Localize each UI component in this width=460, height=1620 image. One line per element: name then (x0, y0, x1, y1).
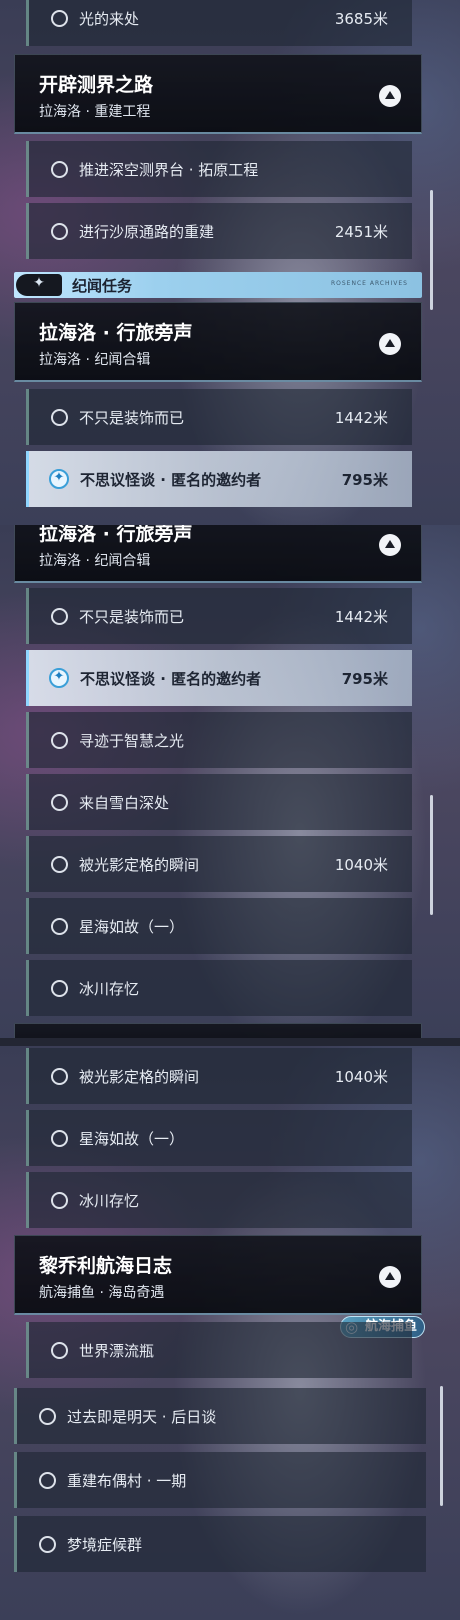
quest-status-circle-icon (39, 1471, 56, 1489)
quest-status-circle-icon (51, 1129, 68, 1147)
quest-group-header[interactable]: 拉海洛 · 行旅旁声 拉海洛 · 纪闻合辑 (14, 525, 422, 583)
quest-group-subtitle: 拉海洛 · 纪闻合辑 (39, 553, 151, 569)
quest-group-subtitle: 航海捕鱼 · 海岛奇遇 (39, 1285, 165, 1301)
quest-distance: 795米 (341, 470, 388, 489)
quest-group-header[interactable]: 开辟测界之路 拉海洛 · 重建工程 (14, 54, 422, 134)
quest-label: 进行沙原通路的重建 (79, 222, 215, 241)
quest-group-title: 开辟测界之路 (39, 74, 154, 96)
quest-label: 推进深空测界台 · 拓原工程 (79, 160, 259, 179)
quest-item[interactable]: 不只是装饰而已 1442米 (26, 588, 412, 644)
quest-panel-3: 被光影定格的瞬间 1040米 星海如故（一） 冰川存忆 黎乔利航海日志 航海捕鱼… (0, 1046, 460, 1620)
quest-group-subtitle: 拉海洛 · 纪闻合辑 (39, 352, 151, 368)
quest-label: 光的来处 (79, 9, 140, 28)
quest-item-selected[interactable]: 不思议怪谈 · 匿名的邀约者 795米 (26, 451, 412, 507)
quest-label: 世界漂流瓶 (79, 1341, 155, 1360)
quest-label: 不思议怪谈 · 匿名的邀约者 (80, 470, 262, 489)
quest-group-title: 拉海洛 · 行旅旁声 (39, 322, 193, 344)
quest-item[interactable]: 被光影定格的瞬间 1040米 (26, 836, 412, 892)
quest-label: 星海如故（一） (79, 1129, 185, 1148)
quest-status-circle-icon (51, 222, 68, 240)
quest-item[interactable]: 过去即是明天 · 后日谈 (14, 1388, 426, 1444)
collapse-arrow-icon[interactable] (379, 333, 401, 355)
quest-group-header[interactable]: 拉海洛 · 行旅旁声 拉海洛 · 纪闻合辑 (14, 302, 422, 382)
quest-label: 寻迹于智慧之光 (79, 731, 185, 750)
quest-label: 来自雪白深处 (79, 793, 170, 812)
scrollbar-thumb[interactable] (430, 190, 433, 310)
tracking-star-icon (49, 469, 69, 489)
quest-status-circle-icon (51, 1341, 68, 1359)
quest-status-circle-icon (51, 160, 68, 178)
quest-status-circle-icon (51, 731, 68, 749)
collapse-arrow-icon[interactable] (379, 1266, 401, 1288)
quest-item[interactable]: 推进深空测界台 · 拓原工程 (26, 141, 412, 197)
quest-distance: 795米 (341, 669, 388, 688)
quest-label: 被光影定格的瞬间 (79, 855, 200, 874)
quest-group-subtitle: 拉海洛 · 重建工程 (39, 104, 151, 120)
quest-label: 过去即是明天 · 后日谈 (67, 1407, 217, 1426)
quest-label: 重建布偶村 · 一期 (67, 1471, 187, 1490)
quest-distance: 3685米 (334, 9, 388, 28)
quest-label: 不只是装饰而已 (79, 607, 185, 626)
quest-group-header[interactable]: 黎乔利航海日志 航海捕鱼 · 海岛奇遇 (14, 1235, 422, 1315)
quest-item[interactable]: 来自雪白深处 (26, 774, 412, 830)
quest-label: 星海如故（一） (79, 917, 185, 936)
quest-distance: 2451米 (334, 222, 388, 241)
quest-status-circle-icon (39, 1407, 56, 1425)
quest-status-circle-icon (51, 1191, 68, 1209)
quest-item[interactable]: 进行沙原通路的重建 2451米 (26, 203, 412, 259)
quest-label: 冰川存忆 (79, 979, 140, 998)
quest-status-circle-icon (39, 1535, 56, 1553)
quest-distance: 1040米 (334, 855, 388, 874)
quest-panel-2: 拉海洛 · 行旅旁声 拉海洛 · 纪闻合辑 不只是装饰而已 1442米 不思议怪… (0, 525, 460, 1040)
quest-item[interactable]: 冰川存忆 (26, 960, 412, 1016)
sparkle-icon (16, 274, 62, 296)
quest-item[interactable]: 冰川存忆 (26, 1172, 412, 1228)
quest-label: 不思议怪谈 · 匿名的邀约者 (80, 669, 262, 688)
quest-distance: 1442米 (334, 408, 388, 427)
quest-item[interactable]: 被光影定格的瞬间 1040米 (26, 1048, 412, 1104)
quest-item[interactable]: 星海如故（一） (26, 1110, 412, 1166)
quest-panel-1: 光的来处 3685米 开辟测界之路 拉海洛 · 重建工程 推进深空测界台 · 拓… (0, 0, 460, 525)
quest-item[interactable]: 世界漂流瓶 (26, 1322, 412, 1378)
quest-label: 被光影定格的瞬间 (79, 1067, 200, 1086)
quest-distance: 1442米 (334, 607, 388, 626)
quest-label: 冰川存忆 (79, 1191, 140, 1210)
quest-item[interactable]: 重建布偶村 · 一期 (14, 1452, 426, 1508)
quest-group-title: 拉海洛 · 行旅旁声 (39, 525, 193, 545)
category-title: 纪闻任务 (72, 277, 133, 295)
quest-status-circle-icon (51, 917, 68, 935)
collapse-arrow-icon[interactable] (379, 85, 401, 107)
quest-status-circle-icon (51, 9, 68, 27)
category-banner: 纪闻任务 ROSENCE ARCHIVES (14, 272, 422, 298)
collapse-arrow-icon[interactable] (379, 534, 401, 556)
quest-status-circle-icon (51, 855, 68, 873)
quest-label: 梦境症候群 (67, 1535, 143, 1554)
quest-item[interactable]: 寻迹于智慧之光 (26, 712, 412, 768)
quest-item-selected[interactable]: 不思议怪谈 · 匿名的邀约者 795米 (26, 650, 412, 706)
quest-label: 不只是装饰而已 (79, 408, 185, 427)
quest-item[interactable]: 梦境症候群 (14, 1516, 426, 1572)
quest-status-circle-icon (51, 607, 68, 625)
quest-status-circle-icon (51, 793, 68, 811)
quest-distance: 1040米 (334, 1067, 388, 1086)
quest-item[interactable]: 不只是装饰而已 1442米 (26, 389, 412, 445)
quest-status-circle-icon (51, 408, 68, 426)
quest-status-circle-icon (51, 979, 68, 997)
scrollbar-thumb[interactable] (440, 1386, 443, 1506)
category-subtitle: ROSENCE ARCHIVES (330, 280, 408, 287)
quest-status-circle-icon (51, 1067, 68, 1085)
quest-group-title: 黎乔利航海日志 (39, 1255, 173, 1277)
quest-item[interactable]: 光的来处 3685米 (26, 0, 412, 46)
tracking-star-icon (49, 668, 69, 688)
scrollbar-thumb[interactable] (430, 795, 433, 915)
quest-item[interactable]: 星海如故（一） (26, 898, 412, 954)
